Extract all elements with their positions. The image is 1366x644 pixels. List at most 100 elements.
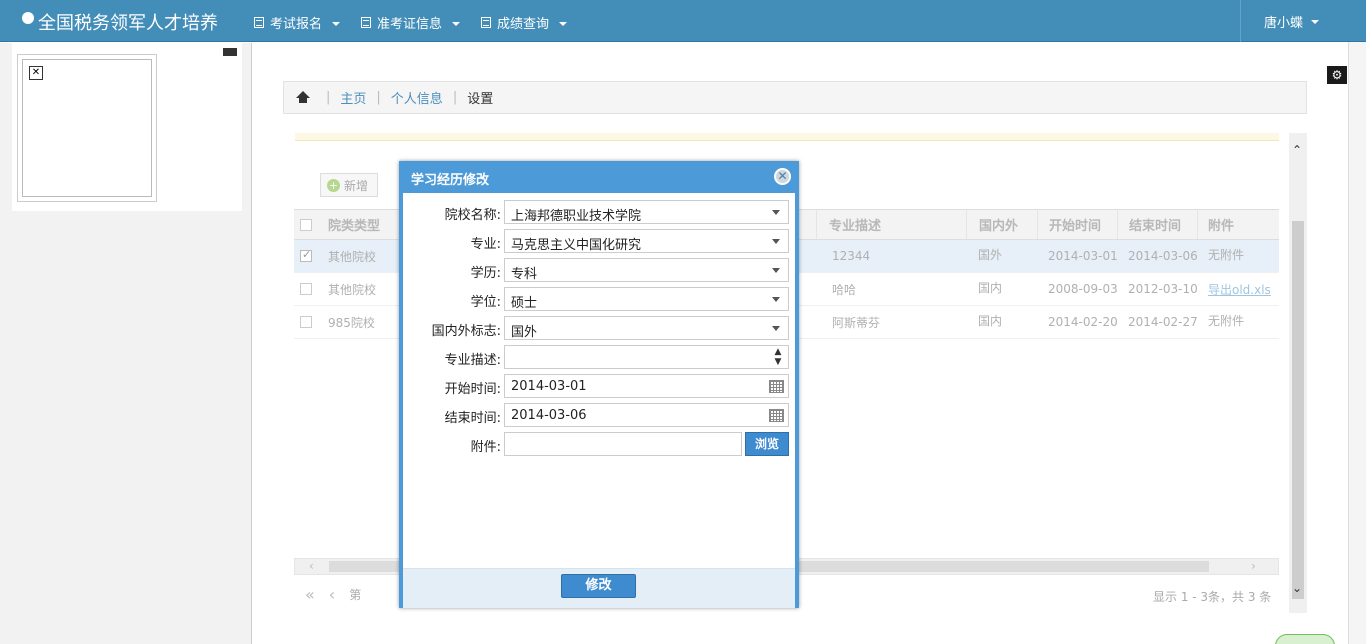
field-label: 专业: [470, 237, 501, 252]
content-vertical-scrollbar[interactable]: ⌃ ⌄ [1289, 133, 1307, 613]
chevron-down-icon [772, 268, 780, 273]
page-scrollbar[interactable] [1348, 42, 1366, 644]
nav-menu-admission-ticket[interactable]: 准考证信息 [361, 13, 461, 32]
region-select[interactable]: 国外 [504, 316, 789, 340]
end-date-input[interactable]: 2014-03-06 [504, 403, 789, 427]
dialog-footer: 修改 [403, 568, 795, 608]
field-row-education: 学历: 专科 [403, 258, 795, 282]
cell-end: 2012-03-10 [1128, 282, 1198, 296]
calendar-icon[interactable] [769, 409, 784, 422]
field-row-region: 国内外标志: 国外 [403, 316, 795, 340]
pager-info: 显示 1 - 3条，共 3 条 [1153, 590, 1272, 604]
field-label: 结束时间: [444, 411, 501, 426]
cell-attachment: 无附件 [1208, 247, 1245, 262]
avatar: ✕ [17, 54, 157, 202]
scroll-down-icon[interactable]: ⌄ [1292, 581, 1302, 595]
calendar-icon[interactable] [769, 380, 784, 393]
attachment-download-link[interactable]: 导出old.xls [1208, 273, 1271, 305]
chevron-down-icon [559, 21, 568, 26]
pager-controls: « ‹ 第 [305, 585, 361, 604]
nav-menu-exam-registration[interactable]: 考试报名 [254, 13, 341, 32]
document-icon [481, 17, 491, 28]
row-checkbox[interactable] [300, 316, 312, 328]
broken-image-icon: ✕ [29, 66, 43, 80]
scroll-up-icon[interactable]: ⌃ [1292, 143, 1302, 157]
cell-region: 国内 [978, 313, 1003, 328]
attachment-file-input[interactable] [504, 432, 742, 456]
floating-badge[interactable] [1275, 634, 1335, 644]
field-row-description: 专业描述: ▲ ▼ [403, 345, 795, 369]
cell-region: 国内 [978, 280, 1003, 295]
brand[interactable]: 全国税务领军人才培养 [22, 9, 218, 35]
cell-desc: 哈哈 [832, 282, 857, 297]
cell-end: 2014-02-27 [1128, 315, 1198, 329]
dialog-title: 学习经历修改 [411, 173, 490, 188]
add-button-label: 新增 [344, 178, 369, 193]
browse-button[interactable]: 浏览 [745, 432, 789, 456]
brand-title: 全国税务领军人才培养 [38, 13, 218, 34]
column-header-start[interactable]: 开始时间 [1037, 210, 1101, 239]
cell-start: 2014-03-01 [1048, 249, 1118, 263]
cell-region: 国外 [978, 247, 1003, 262]
gear-icon[interactable]: ⚙ [1327, 66, 1347, 84]
home-icon[interactable] [296, 90, 310, 105]
field-label: 开始时间: [444, 382, 501, 397]
school-select[interactable]: 上海邦德职业技术学院 [504, 200, 789, 224]
first-page-icon[interactable]: « [305, 585, 315, 604]
cell-desc: 12344 [832, 249, 871, 263]
dialog-header: 学习经历修改 ✕ [399, 161, 799, 193]
row-checkbox[interactable] [300, 283, 312, 295]
degree-select[interactable]: 硕士 [504, 287, 789, 311]
major-select[interactable]: 马克思主义中国化研究 [504, 229, 789, 253]
breadcrumb-link-profile[interactable]: 个人信息 [391, 88, 443, 107]
field-row-school: 院校名称: 上海邦德职业技术学院 [403, 200, 795, 224]
cell-start: 2008-09-03 [1048, 282, 1118, 296]
cell-end: 2014-03-06 [1128, 249, 1198, 263]
column-header-region[interactable]: 国内外 [966, 210, 1018, 239]
edit-education-dialog: 学习经历修改 ✕ 院校名称: 上海邦德职业技术学院 专业: 马克思主义中国化研究… [399, 161, 799, 608]
field-row-major: 专业: 马克思主义中国化研究 [403, 229, 795, 253]
top-navbar: 全国税务领军人才培养 考试报名 准考证信息 成绩查询 唐小蝶 [0, 0, 1366, 42]
field-label: 国内外标志: [431, 324, 501, 339]
close-icon[interactable]: ✕ [774, 168, 791, 185]
document-icon [361, 17, 371, 28]
column-header-type[interactable]: 院类类型 [328, 210, 380, 239]
save-button[interactable]: 修改 [561, 574, 636, 598]
chevron-down-icon [772, 239, 780, 244]
plus-icon: + [327, 178, 340, 192]
cell-type: 985院校 [328, 315, 375, 330]
cell-start: 2014-02-20 [1048, 315, 1118, 329]
start-date-input[interactable]: 2014-03-01 [504, 374, 789, 398]
document-icon [254, 17, 264, 28]
major-description-input[interactable]: ▲ ▼ [504, 345, 789, 369]
scroll-left-icon[interactable]: ‹ [309, 559, 314, 574]
cell-desc: 阿斯蒂芬 [832, 315, 881, 330]
alert-strip [295, 133, 1279, 141]
breadcrumb: | 主页 | 个人信息 | 设置 [283, 81, 1307, 114]
breadcrumb-link-home[interactable]: 主页 [340, 88, 366, 107]
column-header-end[interactable]: 结束时间 [1117, 210, 1181, 239]
prev-page-icon[interactable]: ‹ [329, 585, 335, 604]
breadcrumb-current: 设置 [467, 92, 494, 107]
column-header-attachment[interactable]: 附件 [1197, 210, 1234, 239]
cell-attachment: 无附件 [1208, 313, 1245, 328]
cell-type: 其他院校 [328, 282, 377, 297]
column-header-desc[interactable]: 专业描述 [816, 210, 881, 239]
sidebar-collapse-icon[interactable] [223, 48, 237, 56]
field-label: 专业描述: [444, 353, 501, 368]
field-row-attachment: 附件: 浏览 [403, 432, 795, 456]
user-menu[interactable]: 唐小蝶 [1240, 0, 1342, 42]
nav-menu-score-query[interactable]: 成绩查询 [481, 13, 568, 32]
nav-menu-label: 成绩查询 [497, 17, 550, 32]
add-button[interactable]: + 新增 [320, 173, 378, 197]
scrollbar-thumb[interactable] [1292, 221, 1304, 599]
select-all-checkbox[interactable] [300, 218, 312, 231]
chevron-down-icon [332, 21, 341, 26]
education-select[interactable]: 专科 [504, 258, 789, 282]
cell-type: 其他院校 [328, 249, 377, 264]
chevron-down-icon [772, 297, 780, 302]
scroll-right-icon[interactable]: › [1251, 559, 1256, 574]
field-row-start-date: 开始时间: 2014-03-01 [403, 374, 795, 398]
row-checkbox[interactable] [300, 248, 312, 262]
spinner-arrows-icon[interactable]: ▲ ▼ [771, 347, 785, 367]
